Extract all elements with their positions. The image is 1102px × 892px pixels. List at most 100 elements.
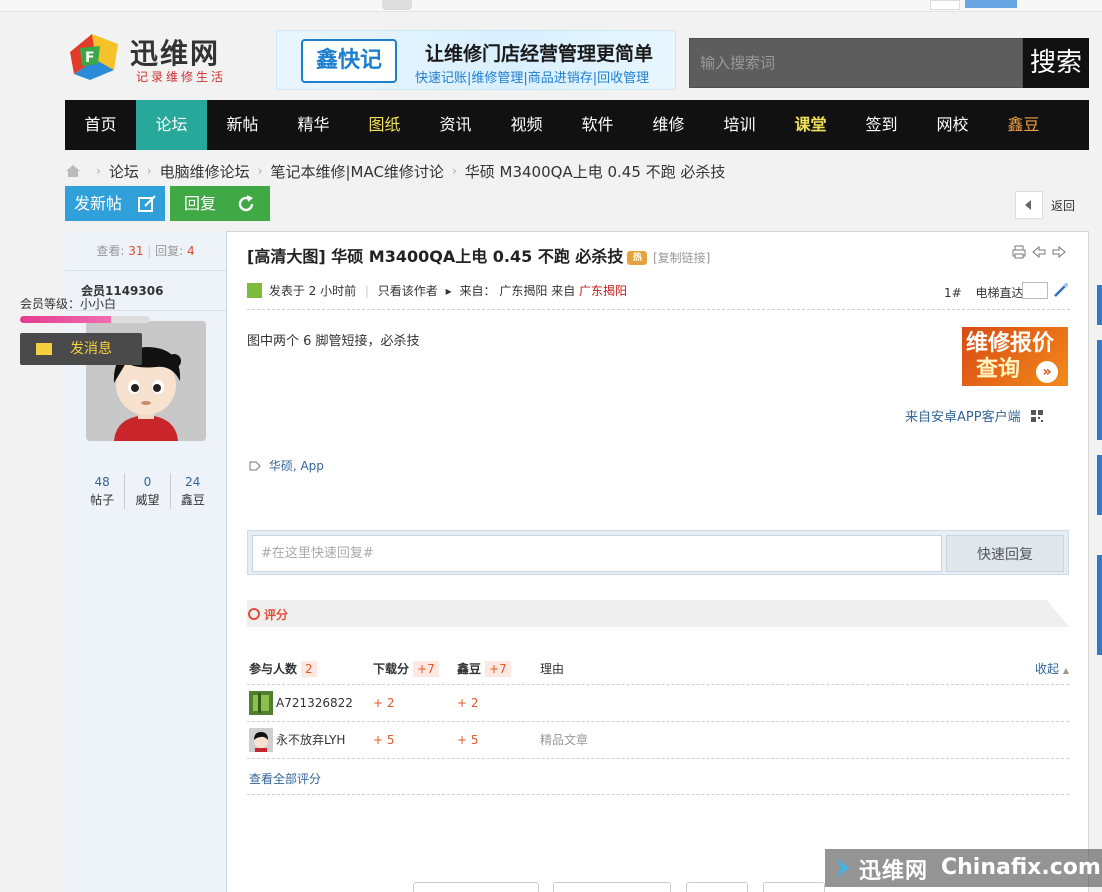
repair-quote-ad[interactable]: 维修报价 查询 » xyxy=(962,327,1068,386)
top-blue-button[interactable] xyxy=(965,0,1017,8)
post-action-button[interactable] xyxy=(686,882,748,892)
breadcrumb-separator-icon: › xyxy=(96,164,101,178)
nav-forum[interactable]: 论坛 xyxy=(136,100,207,150)
author-sidebar: 查看: 31 | 回复: 4 会员1149306 48 帖子 0 威望 24 鑫… xyxy=(65,231,227,892)
nav-school[interactable]: 网校 xyxy=(917,100,988,150)
breadcrumb-separator-icon: › xyxy=(451,164,457,178)
nav-new-posts[interactable]: 新帖 xyxy=(207,100,278,150)
from-app-link[interactable]: 来自安卓APP客户端 xyxy=(905,406,1043,425)
search-box xyxy=(689,38,1023,88)
elevator-input[interactable] xyxy=(1022,282,1048,299)
back-arrow-button[interactable] xyxy=(1015,191,1043,219)
floor-label[interactable]: 1# xyxy=(944,286,962,300)
title-tools xyxy=(1012,245,1066,259)
col-xindou: 鑫豆 +7 xyxy=(457,657,511,681)
thread-stats: 查看: 31 | 回复: 4 xyxy=(65,231,226,271)
search-input[interactable] xyxy=(690,39,1022,87)
watermark-arrow-icon xyxy=(837,859,849,877)
top-small-box[interactable] xyxy=(930,0,960,10)
side-float-tab[interactable] xyxy=(1097,285,1102,325)
breadcrumb-current: 华硕 M3400QA上电 0.45 不跑 必杀技 xyxy=(464,162,726,181)
count-label: 鑫豆 xyxy=(180,493,205,507)
user-avatar-icon[interactable] xyxy=(249,728,273,752)
send-message-button[interactable]: 发消息 xyxy=(20,333,142,365)
search-button[interactable]: 搜索 xyxy=(1023,38,1089,88)
level-progress-fill xyxy=(20,316,111,323)
quick-reply-box: 快速回复 xyxy=(247,530,1069,575)
rating-user[interactable]: A721326822 xyxy=(276,685,353,722)
nav-repair[interactable]: 维修 xyxy=(633,100,704,150)
col-download: 下载分 +7 xyxy=(373,657,439,681)
divider xyxy=(247,794,1069,795)
nav-classroom[interactable]: 课堂 xyxy=(775,100,846,150)
nav-checkin[interactable]: 签到 xyxy=(846,100,917,150)
collapse-link[interactable]: 收起 ▲ xyxy=(1035,657,1069,683)
refresh-icon xyxy=(238,195,254,212)
post-action-button[interactable] xyxy=(413,882,539,892)
nav-xindou[interactable]: 鑫豆 xyxy=(988,100,1059,150)
count-value: 48 xyxy=(94,475,110,489)
site-logo[interactable]: F 迅维网 记录维修生活 xyxy=(66,30,236,86)
col-xindou-label: 鑫豆 xyxy=(457,662,482,676)
post-action-button[interactable] xyxy=(553,882,671,892)
nav-news[interactable]: 资讯 xyxy=(420,100,491,150)
rating-user[interactable]: 永不放弃LYH xyxy=(276,722,345,759)
breadcrumb-forum[interactable]: 论坛 xyxy=(109,161,139,182)
nav-featured[interactable]: 精华 xyxy=(278,100,349,150)
top-toolbar-strip xyxy=(0,0,1102,12)
top-user-avatar[interactable] xyxy=(382,0,412,10)
svg-text:F: F xyxy=(85,50,95,66)
side-float-tab[interactable] xyxy=(1097,340,1102,440)
from-app-label: 来自安卓APP客户端 xyxy=(905,410,1021,425)
brand-name: 迅维网 xyxy=(130,37,221,70)
view-all-ratings-link[interactable]: 查看全部评分 xyxy=(249,770,321,787)
views-label: 查看: xyxy=(96,244,125,258)
count-value: 24 xyxy=(185,475,201,489)
quick-reply-input[interactable] xyxy=(252,535,942,572)
only-author-link[interactable]: 只看该作者 xyxy=(378,284,438,298)
edit-icon xyxy=(138,195,156,212)
tag-list[interactable]: 华硕, App xyxy=(269,459,324,473)
post-action-button[interactable] xyxy=(763,882,825,892)
count-xindou[interactable]: 24 鑫豆 xyxy=(169,473,215,509)
header-notch xyxy=(1047,600,1069,627)
nav-training[interactable]: 培训 xyxy=(704,100,775,150)
banner-badge: 鑫快记 xyxy=(301,39,397,83)
post-content: 图中两个 6 脚管短接，必杀技 xyxy=(247,334,420,349)
next-thread-icon[interactable] xyxy=(1052,245,1066,259)
new-post-label: 发新帖 xyxy=(74,194,123,213)
post-title-text: [高清大图] 华硕 M3400QA上电 0.45 不跑 必杀技 xyxy=(247,247,624,266)
triangle-right-icon: ▸ xyxy=(445,284,452,298)
back-link[interactable]: 返回 xyxy=(1051,197,1075,214)
elevator-label: 电梯直达 xyxy=(975,286,1024,300)
reply-button[interactable]: 回复 xyxy=(170,186,270,221)
print-icon[interactable] xyxy=(1012,245,1026,259)
reply-label: 回复 xyxy=(184,194,217,213)
nav-schematics[interactable]: 图纸 xyxy=(349,100,420,150)
tag-icon xyxy=(249,461,261,471)
collapse-label: 收起 xyxy=(1035,662,1060,676)
copy-link[interactable]: [复制链接] xyxy=(653,251,710,265)
breadcrumb-laptop-repair[interactable]: 笔记本维修|MAC维修讨论 xyxy=(270,161,443,182)
table-row: A721326822 + 2 + 2 xyxy=(247,685,1069,722)
go-wand-icon[interactable] xyxy=(1053,282,1069,298)
envelope-icon xyxy=(36,343,52,355)
home-icon[interactable] xyxy=(66,165,80,177)
col-participants-label: 参与人数 xyxy=(249,662,298,676)
user-avatar-icon[interactable] xyxy=(249,691,273,715)
header-ad-banner[interactable]: 鑫快记 让维修门店经营管理更简单 快速记账|维修管理|商品进销存|回收管理 xyxy=(276,30,676,90)
nav-home[interactable]: 首页 xyxy=(65,100,136,150)
quick-reply-button[interactable]: 快速回复 xyxy=(946,535,1064,572)
side-float-tab[interactable] xyxy=(1097,555,1102,655)
count-posts[interactable]: 48 帖子 xyxy=(80,473,124,509)
count-prestige[interactable]: 0 威望 xyxy=(124,473,169,509)
new-post-button[interactable]: 发新帖 xyxy=(65,186,165,221)
breadcrumb-pc-repair[interactable]: 电脑维修论坛 xyxy=(160,161,250,182)
nav-video[interactable]: 视频 xyxy=(491,100,562,150)
divider xyxy=(247,309,1070,310)
side-float-tab[interactable] xyxy=(1097,455,1102,515)
watermark: 迅维网 Chinafix.com xyxy=(825,849,1102,887)
prev-thread-icon[interactable] xyxy=(1032,245,1046,259)
nav-software[interactable]: 软件 xyxy=(562,100,633,150)
rating-download: + 5 xyxy=(373,733,395,747)
